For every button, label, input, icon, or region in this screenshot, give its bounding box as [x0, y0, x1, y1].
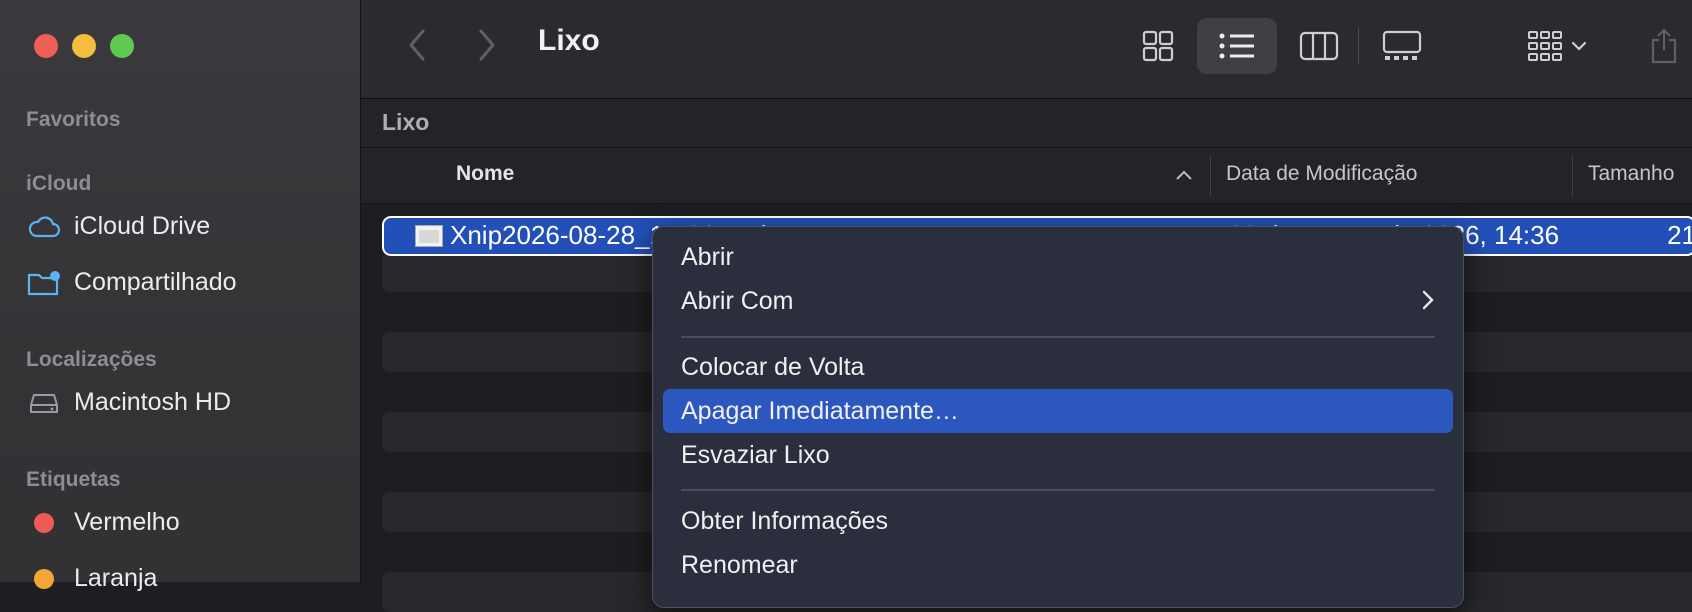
menu-item-get-info[interactable]: Obter Informações: [663, 499, 1453, 543]
menu-item-label: Obter Informações: [681, 507, 889, 535]
column-header-size[interactable]: Tamanho: [1588, 162, 1674, 186]
close-window-button[interactable]: [34, 34, 58, 58]
sidebar-section-tags: Etiquetas: [26, 468, 121, 491]
toolbar-divider: [1358, 28, 1359, 64]
sidebar-section-icloud: iCloud: [26, 172, 92, 195]
gallery-view-icon: [1382, 30, 1422, 60]
sidebar: Favoritos iCloud iCloud Drive Compartilh…: [0, 0, 361, 592]
menu-separator: [681, 336, 1435, 338]
gallery-view-button[interactable]: [1365, 18, 1439, 74]
disk-icon: [26, 389, 62, 417]
chevron-right-icon: [1422, 290, 1434, 310]
sidebar-item-label: iCloud Drive: [74, 212, 211, 240]
window-controls: [34, 34, 134, 58]
sidebar-section-locations: Localizações: [26, 348, 157, 371]
sidebar-section-favorites: Favoritos: [26, 108, 121, 131]
column-header-date[interactable]: Data de Modificação: [1226, 162, 1417, 186]
cloud-icon: [26, 213, 62, 241]
list-view-icon: [1219, 33, 1254, 59]
chevron-left-icon: [409, 29, 425, 61]
orange-tag-dot-icon: [34, 568, 54, 589]
menu-item-label: Abrir: [681, 243, 734, 271]
red-tag-dot-icon: [34, 512, 54, 533]
sidebar-item-shared[interactable]: Compartilhado: [26, 268, 237, 297]
sidebar-item-label: Macintosh HD: [74, 388, 231, 416]
menu-item-put-back[interactable]: Colocar de Volta: [663, 345, 1453, 389]
menu-separator: [681, 489, 1435, 491]
menu-item-delete-immediately[interactable]: Apagar Imediatamente…: [663, 389, 1453, 433]
sidebar-item-label: Vermelho: [74, 508, 180, 536]
sidebar-item-macintosh-hd[interactable]: Macintosh HD: [26, 388, 231, 417]
minimize-window-button[interactable]: [72, 34, 96, 58]
chevron-down-icon: [1572, 41, 1586, 51]
grid-view-icon: [1142, 30, 1174, 62]
column-view-icon: [1299, 31, 1339, 61]
menu-item-label: Colocar de Volta: [681, 353, 865, 381]
column-divider: [1210, 156, 1211, 196]
sidebar-item-icloud-drive[interactable]: iCloud Drive: [26, 212, 210, 241]
shared-folder-icon: [26, 269, 62, 297]
context-menu: Abrir Abrir Com Colocar de Volta Apagar …: [652, 226, 1464, 608]
image-file-icon: [415, 225, 443, 247]
sort-ascending-icon: [1176, 170, 1192, 180]
window-title: Lixo: [538, 24, 600, 57]
group-grid-icon: [1528, 31, 1562, 61]
toolbar: Lixo: [361, 0, 1692, 99]
menu-item-rename[interactable]: Renomear: [663, 543, 1453, 587]
menu-item-open[interactable]: Abrir: [663, 235, 1453, 279]
back-button[interactable]: [397, 24, 437, 66]
menu-item-label: Apagar Imediatamente…: [681, 397, 959, 425]
current-folder-label: Lixo: [382, 109, 430, 135]
sidebar-item-tag-orange[interactable]: Laranja: [26, 564, 157, 593]
share-button[interactable]: [1639, 18, 1689, 74]
column-view-button[interactable]: [1284, 18, 1354, 74]
menu-item-empty-trash[interactable]: Esvaziar Lixo: [663, 433, 1453, 477]
column-header-name[interactable]: Nome: [456, 162, 514, 186]
file-size: 21: [1667, 220, 1692, 250]
menu-item-label: Esvaziar Lixo: [681, 441, 830, 469]
menu-item-label: Renomear: [681, 551, 798, 579]
path-bar: Lixo: [361, 99, 1692, 148]
sidebar-item-tag-red[interactable]: Vermelho: [26, 508, 180, 537]
sidebar-item-label: Compartilhado: [74, 268, 237, 296]
group-by-button[interactable]: [1517, 18, 1597, 74]
icon-view-button[interactable]: [1126, 18, 1190, 74]
zoom-window-button[interactable]: [110, 34, 134, 58]
sidebar-item-label: Laranja: [74, 564, 158, 592]
menu-item-open-with[interactable]: Abrir Com: [663, 279, 1453, 323]
column-divider: [1572, 156, 1573, 196]
share-icon: [1651, 28, 1677, 64]
list-view-button[interactable]: [1197, 18, 1277, 74]
menu-item-label: Abrir Com: [681, 287, 794, 315]
chevron-right-icon: [479, 29, 495, 61]
column-header: Nome Data de Modificação Tamanho: [361, 148, 1692, 204]
forward-button[interactable]: [467, 24, 507, 66]
